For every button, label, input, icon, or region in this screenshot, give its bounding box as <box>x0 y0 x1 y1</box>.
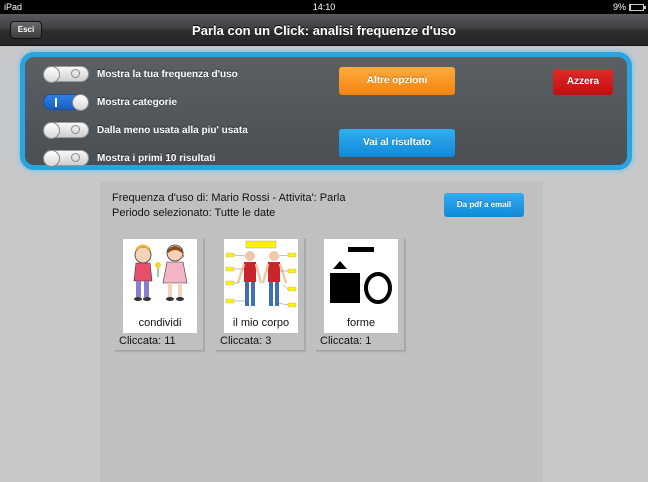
card-shadow <box>316 350 406 353</box>
status-bar: iPad 14:10 9% <box>0 0 648 14</box>
toggle-glyph <box>71 125 80 134</box>
app-screen: iPad 14:10 9% Esci Parla con un Click: a… <box>0 0 648 482</box>
reset-button[interactable]: Azzera <box>553 69 613 95</box>
card-divider <box>304 239 306 351</box>
battery-fill <box>630 4 632 10</box>
results-period: Periodo selezionato: Tutte le date <box>112 207 276 219</box>
options-panel: Mostra la tua frequenza d'uso Mostra cat… <box>20 52 632 170</box>
option-label: Mostra la tua frequenza d'uso <box>97 68 238 80</box>
toggle-switch[interactable] <box>43 150 89 167</box>
option-row-categories: Mostra categorie <box>43 94 178 111</box>
card-divider <box>203 239 205 351</box>
card-label: il mio corpo <box>232 317 290 329</box>
click-count: Cliccata: 3 <box>220 335 272 347</box>
symbol-card[interactable]: il mio corpo Cliccata: 3 <box>216 237 306 355</box>
toggle-switch[interactable] <box>43 94 89 111</box>
card-label: condividi <box>138 317 182 329</box>
click-count: Cliccata: 1 <box>320 335 372 347</box>
symbol-card[interactable]: forme Cliccata: 1 <box>316 237 406 355</box>
option-label: Mostra categorie <box>97 96 178 108</box>
toggle-knob <box>43 150 60 167</box>
toggle-glyph <box>71 153 80 162</box>
option-label: Dalla meno usata alla piu' usata <box>97 124 248 136</box>
option-row-frequency: Mostra la tua frequenza d'uso <box>43 66 238 83</box>
navigation-bar: Esci Parla con un Click: analisi frequen… <box>0 14 648 46</box>
battery-icon <box>629 3 646 11</box>
toggle-switch[interactable] <box>43 66 89 83</box>
option-row-top10: Mostra i primi 10 risultati <box>43 150 216 167</box>
toggle-knob <box>72 94 89 111</box>
option-row-order: Dalla meno usata alla piu' usata <box>43 122 248 139</box>
pdf-email-button[interactable]: Da pdf a email <box>444 193 524 217</box>
toggle-knob <box>43 122 60 139</box>
card-divider <box>404 239 406 351</box>
battery-indicator: 9% <box>612 2 646 12</box>
toggle-switch[interactable] <box>43 122 89 139</box>
symbol-card[interactable]: condividi Cliccata: 11 <box>115 237 205 355</box>
card-label: forme <box>346 317 376 329</box>
results-user-activity: Frequenza d'uso di: Mario Rossi - Attivi… <box>112 192 346 204</box>
clock: 14:10 <box>312 2 336 12</box>
toggle-glyph <box>55 98 57 107</box>
click-count: Cliccata: 11 <box>119 335 176 347</box>
card-shadow <box>115 350 205 353</box>
go-to-result-button[interactable]: Vai al risultato <box>339 129 455 157</box>
toggle-knob <box>43 66 60 83</box>
option-label: Mostra i primi 10 risultati <box>97 152 216 164</box>
page-title: Parla con un Click: analisi frequenze d'… <box>192 23 456 38</box>
toggle-glyph <box>71 69 80 78</box>
card-shadow <box>216 350 306 353</box>
results-panel: Frequenza d'uso di: Mario Rossi - Attivi… <box>100 182 543 482</box>
more-options-button[interactable]: Altre opzioni <box>339 67 455 95</box>
battery-percent: 9% <box>612 2 626 12</box>
